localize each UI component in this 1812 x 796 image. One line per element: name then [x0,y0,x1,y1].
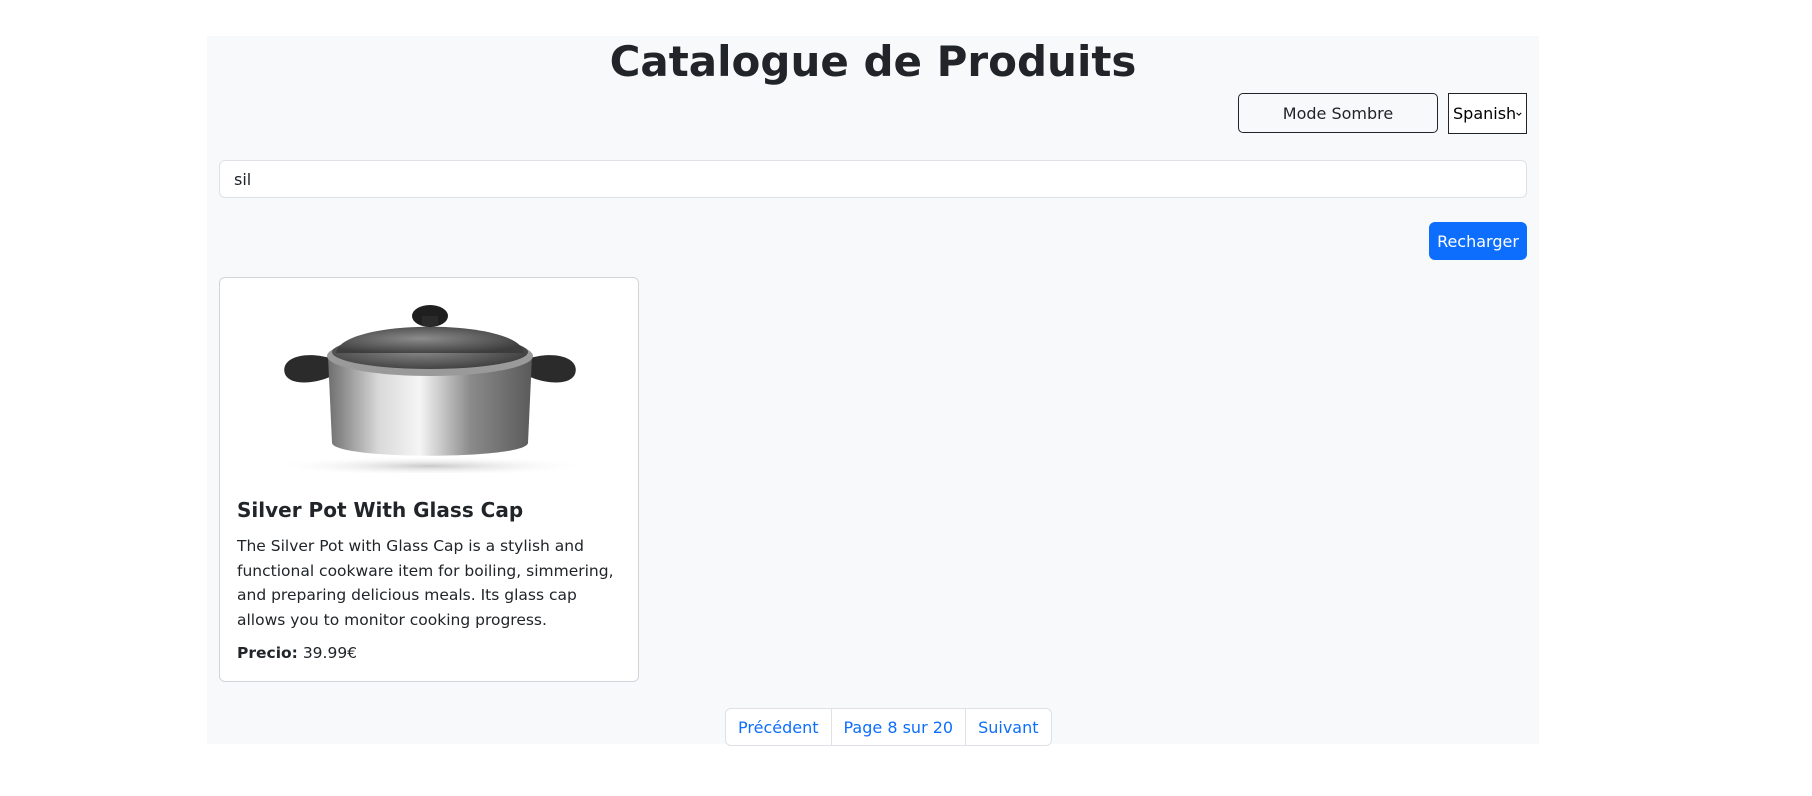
catalog-container: Catalogue de Produits Mode Sombre Spanis… [207,36,1539,746]
price-value: 39.99€ [302,644,358,662]
dark-mode-button[interactable]: Mode Sombre [1238,93,1438,133]
next-page-button[interactable]: Suivant [966,709,1050,745]
search-input[interactable]: sil [219,160,1527,198]
chevron-down-icon [1516,111,1522,116]
pagination: Précédent Page 8 sur 20 Suivant [725,708,1052,746]
previous-page-button[interactable]: Précédent [726,709,832,745]
product-description: The Silver Pot with Glass Cap is a styli… [237,537,614,629]
language-select-value: Spanish [1453,104,1517,123]
reload-button[interactable]: Recharger [1429,222,1527,260]
product-title: Silver Pot With Glass Cap [237,498,524,522]
price-label: Precio: [237,644,298,662]
product-price: Precio: 39.99€ [237,644,357,662]
page-title: Catalogue de Produits [609,37,1137,86]
language-select[interactable]: Spanish [1448,93,1527,134]
search-input-value: sil [234,169,252,189]
page-indicator: Page 8 sur 20 [832,709,967,745]
product-card: Silver Pot With Glass Cap The Silver Pot… [219,277,639,682]
silver-pot-image [270,305,590,473]
